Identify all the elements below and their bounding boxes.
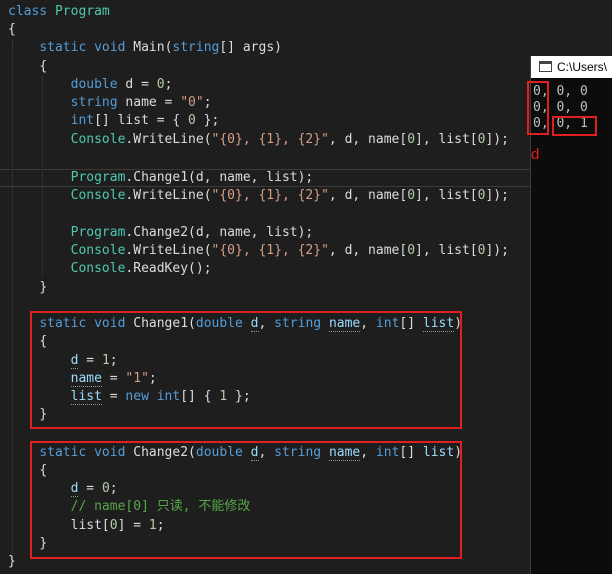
console-title: C:\Users\ [557,60,608,74]
d-column-highlight-box [527,81,549,135]
code-line: string name = "0"; [70,95,212,110]
code-line: } [8,554,16,569]
code-line: class Program [8,4,110,19]
code-line: { [8,22,16,37]
list-value-highlight-box [552,116,597,136]
code-line: Console.WriteLine("{0}, {1}, {2}", d, na… [70,132,509,147]
code-line: Console.ReadKey(); [70,261,212,276]
code-line: { [39,59,48,74]
code-line: Console.WriteLine("{0}, {1}, {2}", d, na… [70,188,509,203]
code-line: static void Main(string[] args) [39,40,282,55]
d-annotation-label: d [531,146,540,163]
code-line: } [39,280,48,295]
console-title-bar[interactable]: C:\Users\ [531,56,612,78]
console-window-icon [539,61,552,73]
code-editor[interactable]: class Program { static void Main(string[… [0,0,612,574]
code-line: int[] list = { 0 }; [70,113,220,128]
code-line: Console.WriteLine("{0}, {1}, {2}", d, na… [70,243,509,258]
code-line: Program.Change1(d, name, list); [70,170,314,185]
code-line: Program.Change2(d, name, list); [70,225,314,240]
change2-highlight-box [30,441,462,559]
code-line: double d = 0; [70,77,173,92]
change1-highlight-box [30,311,462,429]
